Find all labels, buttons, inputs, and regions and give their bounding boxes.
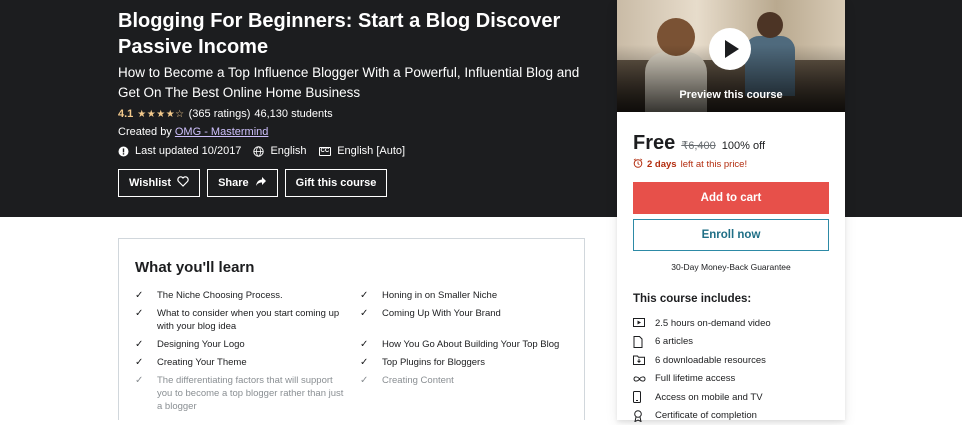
learn-item-text: How You Go About Building Your Top Blog <box>382 338 559 351</box>
enroll-now-button[interactable]: Enroll now <box>633 219 829 251</box>
learn-list-right: ✓Honing in on Smaller Niche ✓Coming Up W… <box>360 289 560 392</box>
check-icon: ✓ <box>135 338 157 351</box>
learn-item: ✓The differentiating factors that will s… <box>135 374 345 413</box>
includes-item: Full lifetime access <box>633 370 771 389</box>
check-icon: ✓ <box>135 307 157 333</box>
gift-course-button[interactable]: Gift this course <box>285 169 388 197</box>
infinity-icon <box>633 375 655 383</box>
purchase-card: Preview this course Free ₹6,400 100% off… <box>617 0 845 420</box>
includes-text: 2.5 hours on-demand video <box>655 318 771 329</box>
learn-item: ✓Honing in on Smaller Niche <box>360 289 560 302</box>
play-icon[interactable] <box>709 28 751 70</box>
learn-item-text: What to consider when you start coming u… <box>157 307 345 333</box>
includes-item: 2.5 hours on-demand video <box>633 314 771 333</box>
check-icon: ✓ <box>135 374 157 413</box>
learn-item: ✓The Niche Choosing Process. <box>135 289 345 302</box>
course-captions: English [Auto] <box>337 145 405 157</box>
learn-item-text: Honing in on Smaller Niche <box>382 289 497 302</box>
author-link[interactable]: OMG - Mastermind <box>175 126 269 138</box>
created-by: Created by OMG - Mastermind <box>118 126 268 138</box>
star-rating-icon: ★★★★☆ <box>137 109 184 120</box>
hero-actions: Wishlist Share Gift this course <box>118 169 387 197</box>
course-includes-list: 2.5 hours on-demand video 6 articles 6 d… <box>633 314 771 425</box>
includes-item: Access on mobile and TV <box>633 388 771 407</box>
includes-item: 6 downloadable resources <box>633 351 771 370</box>
learn-list-left: ✓The Niche Choosing Process. ✓What to co… <box>135 289 345 418</box>
timer-text: left at this price! <box>681 159 748 170</box>
discount-percent: 100% off <box>722 140 765 152</box>
course-title: Blogging For Beginners: Start a Blog Dis… <box>118 8 598 60</box>
learn-title: What you'll learn <box>135 259 254 276</box>
learn-item: ✓Creating Your Theme <box>135 356 345 369</box>
learn-item: ✓What to consider when you start coming … <box>135 307 345 333</box>
check-icon: ✓ <box>135 289 157 302</box>
learn-item: ✓Designing Your Logo <box>135 338 345 351</box>
price-row: Free ₹6,400 100% off <box>633 132 765 155</box>
timer-days: 2 days <box>647 159 677 170</box>
includes-title: This course includes: <box>633 293 751 305</box>
share-arrow-icon <box>255 176 267 190</box>
add-to-cart-button[interactable]: Add to cart <box>633 182 829 214</box>
learn-item-text: Top Plugins for Bloggers <box>382 356 485 369</box>
price-timer: 2 days left at this price! <box>633 158 747 171</box>
globe-icon <box>253 146 264 157</box>
folder-download-icon <box>633 355 655 365</box>
check-icon: ✓ <box>360 356 382 369</box>
learn-item-text: The differentiating factors that will su… <box>157 374 345 413</box>
share-button[interactable]: Share <box>207 169 278 197</box>
learn-item-text: Creating Your Theme <box>157 356 247 369</box>
check-icon: ✓ <box>360 307 382 320</box>
original-price: ₹6,400 <box>681 139 716 152</box>
alarm-clock-icon <box>633 158 643 171</box>
check-icon: ✓ <box>360 338 382 351</box>
learn-item-text: Creating Content <box>382 374 454 387</box>
learn-item-text: Coming Up With Your Brand <box>382 307 501 320</box>
course-meta: Last updated 10/2017 English CC English … <box>118 145 405 157</box>
rating-value: 4.1 <box>118 108 133 120</box>
check-icon: ✓ <box>135 356 157 369</box>
closed-captions-icon: CC <box>319 147 332 156</box>
includes-text: Full lifetime access <box>655 373 735 384</box>
learn-item-text: Designing Your Logo <box>157 338 245 351</box>
video-icon <box>633 318 655 328</box>
rating-row: 4.1 ★★★★☆ (365 ratings) 46,130 students <box>118 108 333 120</box>
alert-icon <box>118 146 129 157</box>
learn-item-text: The Niche Choosing Process. <box>157 289 283 302</box>
created-by-label: Created by <box>118 126 172 138</box>
what-youll-learn: What you'll learn ✓The Niche Choosing Pr… <box>118 238 585 420</box>
includes-item: 6 articles <box>633 333 771 352</box>
includes-text: 6 downloadable resources <box>655 355 766 366</box>
check-icon: ✓ <box>360 289 382 302</box>
learn-item: ✓How You Go About Building Your Top Blog <box>360 338 560 351</box>
current-price: Free <box>633 132 675 155</box>
preview-label: Preview this course <box>617 89 845 101</box>
learn-item: ✓Creating Content <box>360 374 560 387</box>
file-icon <box>633 336 655 348</box>
includes-item: Certificate of completion <box>633 407 771 425</box>
wishlist-label: Wishlist <box>129 177 171 189</box>
course-subtitle: How to Become a Top Influence Blogger Wi… <box>118 63 588 103</box>
includes-text: 6 articles <box>655 336 693 347</box>
check-icon: ✓ <box>360 374 382 387</box>
money-back-guarantee: 30-Day Money-Back Guarantee <box>617 262 845 272</box>
course-preview-video[interactable]: Preview this course <box>617 0 845 112</box>
mobile-icon <box>633 391 655 403</box>
learn-item: ✓Coming Up With Your Brand <box>360 307 560 320</box>
heart-icon <box>177 176 189 190</box>
ratings-count-link[interactable]: (365 ratings) <box>189 108 251 120</box>
students-count: 46,130 students <box>254 108 332 120</box>
course-language: English <box>270 145 306 157</box>
wishlist-button[interactable]: Wishlist <box>118 169 200 197</box>
includes-text: Access on mobile and TV <box>655 392 763 403</box>
learn-item: ✓Top Plugins for Bloggers <box>360 356 560 369</box>
last-updated: Last updated 10/2017 <box>135 145 241 157</box>
share-label: Share <box>218 177 249 189</box>
